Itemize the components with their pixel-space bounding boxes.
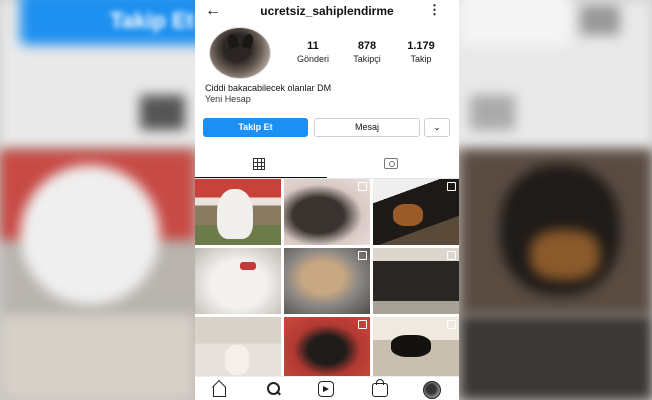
post-white-dog[interactable] [195, 179, 281, 245]
chevron-down-icon: ⌄ [433, 122, 441, 132]
stat-posts-label: Gönderi [296, 54, 330, 64]
bio-category: Yeni Hesap [205, 94, 251, 104]
profile-avatar[interactable] [209, 27, 271, 79]
stat-followers-label: Takipçi [353, 54, 381, 64]
search-icon[interactable] [265, 381, 281, 397]
avatar-ear-left [226, 32, 240, 50]
more-options-icon[interactable]: ⋮ [428, 3, 441, 17]
multiple-photos-icon [358, 182, 367, 191]
post-black-puppy[interactable] [373, 248, 459, 314]
backdrop-tag-icon [470, 95, 515, 130]
follow-button[interactable]: Takip Et [203, 118, 308, 137]
stat-posts[interactable]: 11 Gönderi [285, 40, 341, 64]
backdrop-message-button [460, 0, 570, 45]
stat-followers[interactable]: 878 Takipçi [339, 40, 395, 64]
bottom-nav [195, 376, 459, 400]
post-cat-shape [225, 345, 249, 375]
profile-stats: 11 Gönderi 878 Takipçi 1.179 Takip [285, 40, 455, 70]
avatar-ear-right [241, 32, 255, 50]
multiple-photos-icon [358, 320, 367, 329]
backdrop-white-dog [20, 165, 160, 305]
tab-tagged[interactable] [327, 150, 459, 178]
tab-posts-grid[interactable] [195, 150, 327, 178]
post-dark-cat-sleeping[interactable] [284, 179, 370, 245]
post-red-collar [240, 262, 256, 270]
profile-tabs [195, 150, 459, 179]
stat-following-value: 1.179 [407, 40, 435, 52]
suggested-chevron-button[interactable]: ⌄ [424, 118, 450, 137]
message-button[interactable]: Mesaj [314, 118, 420, 137]
backdrop-grid-icon [140, 95, 185, 130]
home-icon[interactable] [211, 381, 227, 397]
multiple-photos-icon [447, 251, 456, 260]
post-cat-indoor[interactable] [195, 317, 281, 383]
backdrop-follow-label: Takip Et [110, 8, 194, 33]
multiple-photos-icon [358, 251, 367, 260]
backdrop-bottom-right [460, 315, 652, 400]
profile-username: ucretsiz_sahiplendirme [260, 4, 394, 18]
shop-icon[interactable] [372, 379, 388, 397]
profile-icon[interactable] [423, 381, 441, 399]
backdrop-chevron [580, 5, 620, 35]
multiple-photos-icon [447, 182, 456, 191]
post-black-cat-held[interactable] [284, 317, 370, 383]
profile-screen: ← ucretsiz_sahiplendirme ⋮ 11 Gönderi 87… [195, 0, 459, 400]
post-cat-body [391, 335, 431, 357]
profile-bio: Ciddi bakacabilecek olanlar DM Yeni Hesa… [205, 83, 331, 105]
backdrop-tan-patch [530, 230, 600, 280]
top-bar: ← ucretsiz_sahiplendirme ⋮ [195, 0, 459, 22]
multiple-photos-icon [447, 320, 456, 329]
posts-grid [195, 179, 459, 383]
stat-posts-value: 11 [307, 40, 319, 52]
stat-following[interactable]: 1.179 Takip [393, 40, 449, 64]
stat-followers-value: 878 [357, 40, 377, 52]
grid-icon [253, 158, 265, 170]
post-white-cat[interactable] [195, 248, 281, 314]
backdrop-bottom-left [0, 315, 195, 400]
bio-text: Ciddi bakacabilecek olanlar DM [205, 83, 332, 93]
post-rott-muzzle [393, 204, 423, 226]
tagged-icon [384, 158, 398, 169]
post-rottweiler[interactable] [373, 179, 459, 245]
reels-icon[interactable] [318, 381, 334, 397]
post-tabby-kitten[interactable] [284, 248, 370, 314]
post-black-cat-standing[interactable] [373, 317, 459, 383]
post-dog-shape [217, 189, 253, 239]
stat-following-label: Takip [410, 54, 432, 64]
